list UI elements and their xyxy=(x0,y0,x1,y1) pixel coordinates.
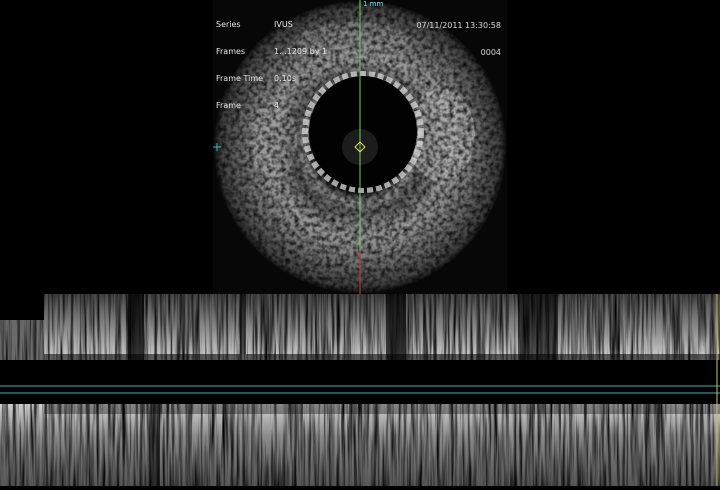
image-number: 0004 xyxy=(480,48,501,57)
frames-value: 1...1209 by 1 xyxy=(274,47,328,56)
frame-time-label: Frame Time xyxy=(216,74,264,83)
datetime-overlay: 07/11/2011 13:30:58 0004 xyxy=(416,3,501,75)
ivus-longitudinal-view[interactable] xyxy=(0,294,720,486)
series-info-overlay: Series IVUS Frames 1...1209 by 1 Frame Tim… xyxy=(216,2,327,128)
series-label: Series xyxy=(216,20,241,29)
longitudinal-image xyxy=(0,294,720,486)
series-value: IVUS xyxy=(274,20,293,29)
frame-value: 4 xyxy=(274,101,280,110)
scale-label: 1 mm xyxy=(363,0,384,8)
acquisition-datetime: 07/11/2011 13:30:58 xyxy=(416,21,501,30)
frame-label: Frame xyxy=(216,101,241,110)
frame-time-value: 0.10s xyxy=(274,74,296,83)
ivus-cross-section-view[interactable]: 1 mm Series IVUS Frames 1...1209 by 1 Fram… xyxy=(213,0,507,294)
frames-label: Frames xyxy=(216,47,246,56)
